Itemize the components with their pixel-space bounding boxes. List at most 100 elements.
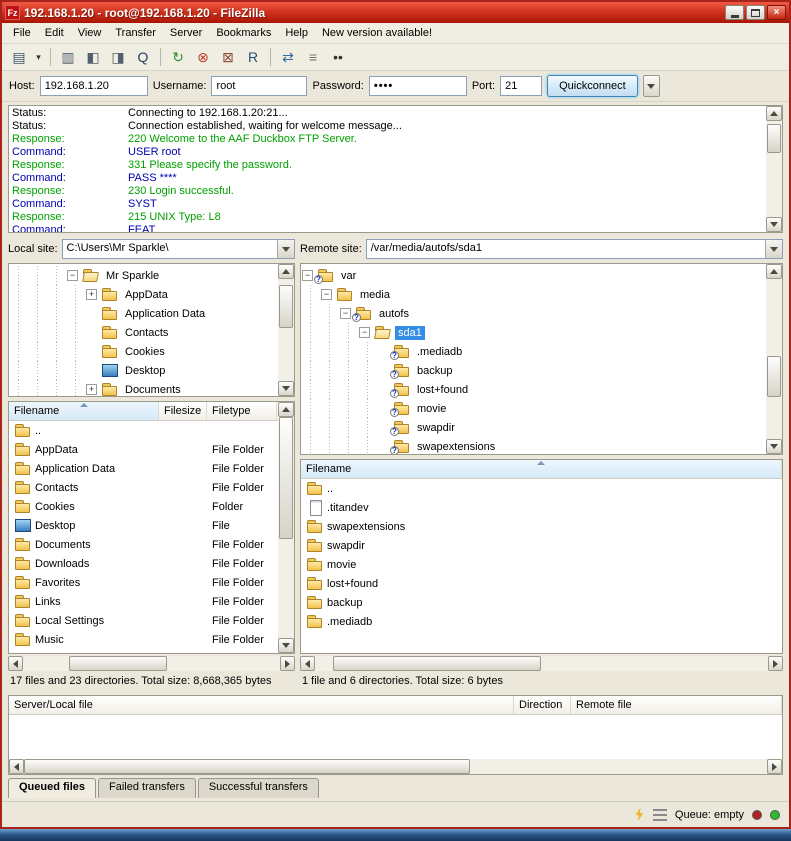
local-file-row-downloads[interactable]: DownloadsFile Folder xyxy=(9,554,278,573)
remote-tree-item-backup[interactable]: ?backup xyxy=(301,361,766,380)
local-site-combobox[interactable]: C:\Users\Mr Sparkle\ xyxy=(62,239,295,259)
speed-limit-icon[interactable] xyxy=(634,808,645,822)
remote-tree-item-movie[interactable]: ?movie xyxy=(301,399,766,418)
scroll-down-button[interactable] xyxy=(278,638,294,653)
remote-tree-item-lost-found[interactable]: ?lost+found xyxy=(301,380,766,399)
local-tree-scrollbar[interactable] xyxy=(278,264,294,396)
queue-horizontal-scrollbar[interactable] xyxy=(9,759,782,774)
remote-tree-item-autofs[interactable]: −?autofs xyxy=(301,304,766,323)
scroll-right-button[interactable] xyxy=(280,656,295,671)
remote-file-row-swapextensions[interactable]: swapextensions xyxy=(301,517,782,536)
cancel-icon[interactable]: ⊗ xyxy=(191,46,215,68)
scroll-right-button[interactable] xyxy=(768,656,783,671)
tab-failed-transfers[interactable]: Failed transfers xyxy=(98,778,196,798)
local-column-header-filename[interactable]: Filename xyxy=(9,402,159,420)
directory-comparison-icon[interactable]: ⇄ xyxy=(276,46,300,68)
expander-minus-icon[interactable]: − xyxy=(321,289,332,300)
local-file-row-desktop[interactable]: DesktopFile xyxy=(9,516,278,535)
tab-successful-transfers[interactable]: Successful transfers xyxy=(198,778,319,798)
scroll-track[interactable] xyxy=(278,417,294,638)
scroll-thumb[interactable] xyxy=(279,285,293,328)
remote-tree-item-swapextensions[interactable]: ?swapextensions xyxy=(301,437,766,454)
menu-item-view[interactable]: View xyxy=(71,24,109,42)
remote-site-combobox[interactable]: /var/media/autofs/sda1 xyxy=(366,239,783,259)
scroll-down-button[interactable] xyxy=(766,217,782,232)
disconnect-icon[interactable]: ⊠ xyxy=(216,46,240,68)
refresh-icon[interactable]: ↻ xyxy=(166,46,190,68)
maximize-button[interactable] xyxy=(746,5,765,20)
synchronized-browsing-icon[interactable]: ≡ xyxy=(301,46,325,68)
local-file-row-favorites[interactable]: FavoritesFile Folder xyxy=(9,573,278,592)
expander-plus-icon[interactable]: + xyxy=(86,384,97,395)
menu-item-server[interactable]: Server xyxy=(163,24,209,42)
remote-tree-item-swapdir[interactable]: ?swapdir xyxy=(301,418,766,437)
local-list-scrollbar[interactable] xyxy=(278,402,294,653)
local-horizontal-scrollbar[interactable] xyxy=(8,656,295,671)
local-file-row-contacts[interactable]: ContactsFile Folder xyxy=(9,478,278,497)
menu-item-help[interactable]: Help xyxy=(278,24,315,42)
menu-item-edit[interactable]: Edit xyxy=(38,24,71,42)
scroll-down-button[interactable] xyxy=(278,381,294,396)
expander-minus-icon[interactable]: − xyxy=(302,270,313,281)
local-file-row-links[interactable]: LinksFile Folder xyxy=(9,592,278,611)
scroll-up-button[interactable] xyxy=(766,106,782,121)
expander-minus-icon[interactable]: − xyxy=(340,308,351,319)
local-file-row-appdata[interactable]: AppDataFile Folder xyxy=(9,440,278,459)
scroll-down-button[interactable] xyxy=(766,439,782,454)
scroll-left-button[interactable] xyxy=(300,656,315,671)
remote-file-row-backup[interactable]: backup xyxy=(301,593,782,612)
scroll-track[interactable] xyxy=(766,121,782,217)
local-file-row-application-data[interactable]: Application DataFile Folder xyxy=(9,459,278,478)
site-manager-icon[interactable]: ▤ xyxy=(7,46,31,68)
local-file-row-cookies[interactable]: CookiesFolder xyxy=(9,497,278,516)
toggle-message-log-icon[interactable]: ▥ xyxy=(56,46,80,68)
remote-file-row-item[interactable]: .. xyxy=(301,479,782,498)
scroll-thumb[interactable] xyxy=(69,656,167,671)
local-column-header-filetype[interactable]: Filetype xyxy=(207,402,277,420)
local-file-row-documents[interactable]: DocumentsFile Folder xyxy=(9,535,278,554)
remote-tree-item-mediadb[interactable]: ?.mediadb xyxy=(301,342,766,361)
local-tree-item-cookies[interactable]: Cookies xyxy=(9,342,278,361)
queue-column-header-direction[interactable]: Direction xyxy=(514,696,571,714)
local-tree-item-mr-sparkle[interactable]: −Mr Sparkle xyxy=(9,266,278,285)
local-column-header-filesize[interactable]: Filesize xyxy=(159,402,207,420)
tab-queued-files[interactable]: Queued files xyxy=(8,778,96,798)
log-scrollbar[interactable] xyxy=(766,106,782,232)
remote-horizontal-scrollbar[interactable] xyxy=(300,656,783,671)
quickconnect-button[interactable]: Quickconnect xyxy=(547,75,638,97)
scroll-track[interactable] xyxy=(315,656,768,671)
expander-minus-icon[interactable]: − xyxy=(67,270,78,281)
remote-tree-item-media[interactable]: −media xyxy=(301,285,766,304)
port-input[interactable] xyxy=(500,76,542,96)
host-input[interactable] xyxy=(40,76,148,96)
scroll-thumb[interactable] xyxy=(24,759,470,774)
remote-tree-item-sda1[interactable]: −sda1 xyxy=(301,323,766,342)
combo-dropdown-button[interactable] xyxy=(765,240,782,258)
scroll-thumb[interactable] xyxy=(767,356,781,398)
queue-column-header-server-local-file[interactable]: Server/Local file xyxy=(9,696,514,714)
local-file-row-local-settings[interactable]: Local SettingsFile Folder xyxy=(9,611,278,630)
scroll-right-button[interactable] xyxy=(767,759,782,774)
local-tree-item-documents[interactable]: +Documents xyxy=(9,380,278,396)
find-files-icon[interactable]: •• xyxy=(326,46,350,68)
combo-dropdown-button[interactable] xyxy=(277,240,294,258)
remote-file-row-mediadb[interactable]: .mediadb xyxy=(301,612,782,631)
minimize-button[interactable] xyxy=(725,5,744,20)
local-tree-item-appdata[interactable]: +AppData xyxy=(9,285,278,304)
scroll-left-button[interactable] xyxy=(8,656,23,671)
remote-file-row-movie[interactable]: movie xyxy=(301,555,782,574)
site-manager-dropdown-icon[interactable]: ▾ xyxy=(32,46,45,68)
scroll-up-button[interactable] xyxy=(278,402,294,417)
menu-item-bookmarks[interactable]: Bookmarks xyxy=(209,24,278,42)
toggle-queue-icon[interactable]: Q xyxy=(131,46,155,68)
queue-column-header-remote-file[interactable]: Remote file xyxy=(571,696,782,714)
username-input[interactable] xyxy=(211,76,307,96)
local-tree-item-contacts[interactable]: Contacts xyxy=(9,323,278,342)
scroll-thumb[interactable] xyxy=(279,417,293,539)
quickconnect-dropdown-button[interactable] xyxy=(643,75,660,97)
password-input[interactable] xyxy=(369,76,467,96)
menu-item-file[interactable]: File xyxy=(6,24,38,42)
remote-file-row-titandev[interactable]: .titandev xyxy=(301,498,782,517)
scroll-track[interactable] xyxy=(24,759,767,774)
expander-plus-icon[interactable]: + xyxy=(86,289,97,300)
